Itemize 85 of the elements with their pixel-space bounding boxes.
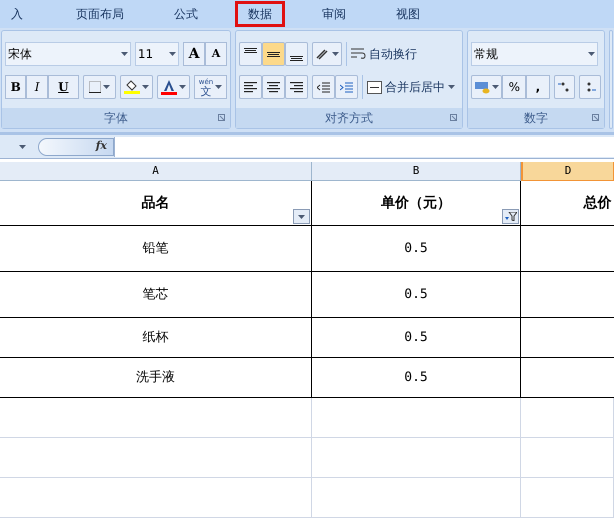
merge-center-button[interactable]: 合并后居中 (367, 78, 455, 96)
dialog-launcher-icon[interactable] (450, 114, 457, 121)
increase-decimal-button[interactable] (554, 75, 576, 99)
indent-icon (317, 82, 330, 92)
formula-input[interactable] (114, 136, 614, 156)
caret-icon (298, 214, 305, 218)
paint-bucket-icon (124, 80, 140, 94)
caret-icon (102, 85, 110, 89)
grow-font-button[interactable]: A (183, 42, 205, 66)
table-cell-text: 笔芯 (142, 286, 168, 304)
font-color-button[interactable] (156, 75, 190, 99)
caret-icon (120, 52, 128, 56)
table-cell-text: 铅笔 (142, 240, 168, 258)
borders-button[interactable] (82, 75, 116, 99)
orientation-button[interactable] (312, 42, 342, 66)
header-cell-text: 品名 (142, 194, 170, 212)
table-cell-text: 0.5 (404, 368, 428, 387)
currency-button[interactable] (471, 75, 502, 99)
table-cell-text: 0.5 (404, 286, 428, 304)
angled-text-icon (316, 48, 330, 60)
funnel-icon (504, 212, 516, 221)
font-name-field[interactable]: 宋体 (5, 42, 131, 66)
coins-icon (474, 80, 490, 94)
align-middle-icon (267, 52, 280, 56)
text-lines-icon (267, 82, 280, 92)
decrease-indent-button[interactable] (312, 75, 335, 99)
align-right-button[interactable] (285, 75, 308, 99)
ribbon-tab[interactable]: 视图 (383, 1, 433, 27)
number-format-field[interactable]: 常规 (471, 42, 598, 66)
dialog-launcher-icon[interactable] (592, 114, 599, 121)
caret-icon (178, 85, 186, 89)
decrease-decimal-button[interactable] (579, 75, 601, 99)
ribbon-tab[interactable]: 页面布局 (63, 1, 137, 27)
caret-icon (19, 144, 26, 148)
shrink-font-button[interactable]: A (205, 42, 227, 66)
merge-cells-icon (367, 80, 382, 94)
comma-button[interactable]: , (526, 75, 550, 99)
ribbon-tab[interactable]: 审阅 (309, 1, 359, 27)
align-left-button[interactable] (239, 75, 262, 99)
column-header[interactable]: D (521, 162, 614, 181)
underline-button[interactable]: U (48, 75, 79, 99)
wrap-text-icon (351, 48, 366, 60)
caret-icon (215, 85, 222, 89)
caret-icon (588, 52, 595, 56)
wrap-text-button[interactable]: 自动换行 (351, 45, 417, 63)
ribbon-tab[interactable]: 入 (0, 1, 36, 27)
vertical-align-button[interactable] (285, 42, 308, 66)
table-cell-text: 纸杯 (142, 328, 168, 347)
ribbon-tab[interactable]: 数据 (235, 1, 285, 27)
caret-icon (332, 52, 338, 56)
increase-indent-button[interactable] (335, 75, 358, 99)
caret-icon (448, 85, 455, 89)
italic-button[interactable]: I (26, 75, 48, 99)
table-cell-text: 0.5 (404, 240, 428, 258)
align-bottom-icon (290, 56, 303, 60)
border-icon (88, 81, 101, 93)
filter-active-button[interactable] (502, 209, 519, 224)
fill-color-button[interactable] (120, 75, 153, 99)
header-cell-text: 单价（元） (381, 194, 451, 212)
column-header[interactable]: B (312, 162, 521, 181)
align-center-button[interactable] (262, 75, 285, 99)
group-title: 数字 (524, 110, 548, 127)
column-header[interactable]: A (0, 162, 312, 181)
font-size-field[interactable]: 11 (134, 42, 179, 66)
group-title: 字体 (104, 110, 128, 127)
dialog-launcher-icon[interactable] (218, 114, 225, 121)
bold-button[interactable]: B (5, 75, 26, 99)
table-cell-text: 洗手液 (136, 368, 175, 387)
group-title: 对齐方式 (325, 110, 373, 127)
text-lines-icon (244, 82, 257, 92)
header-cell-text: 总价 (584, 194, 612, 212)
caret-icon (142, 85, 149, 89)
caret-icon (169, 52, 176, 56)
text-lines-icon (290, 82, 303, 92)
align-top-icon (244, 48, 257, 52)
percent-button[interactable]: % (502, 75, 526, 99)
filter-dropdown-button[interactable] (293, 209, 310, 224)
function-label[interactable]: fx (96, 138, 107, 155)
ribbon-tab[interactable]: 公式 (161, 1, 211, 27)
table-cell-text: 0.5 (404, 328, 428, 347)
vertical-align-button[interactable] (262, 42, 285, 66)
caret-icon (492, 85, 499, 89)
indent-icon (340, 82, 353, 92)
font-color-icon (160, 80, 177, 94)
vertical-align-button[interactable] (239, 42, 262, 66)
